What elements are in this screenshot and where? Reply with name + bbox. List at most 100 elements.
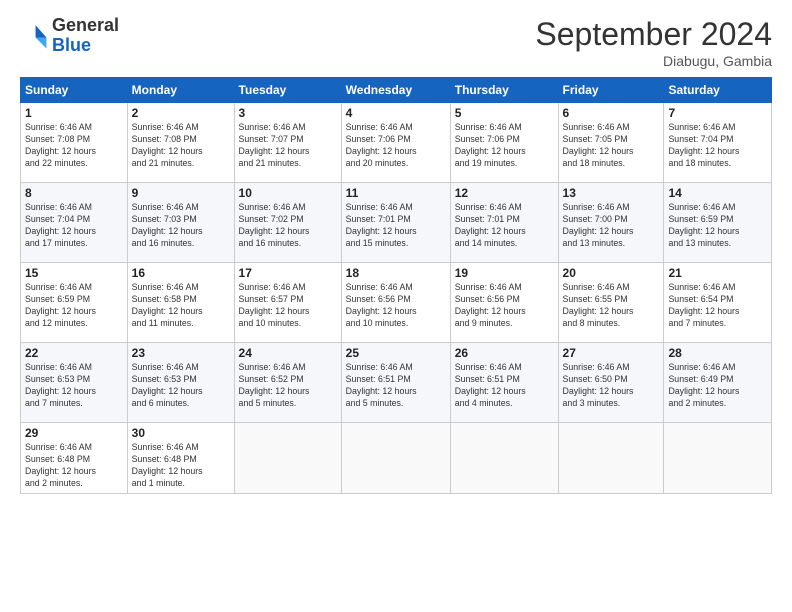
- table-cell: 16Sunrise: 6:46 AMSunset: 6:58 PMDayligh…: [127, 263, 234, 343]
- table-cell: 14 Sunrise: 6:46 AMSunset: 6:59 PMDayligh…: [664, 183, 772, 263]
- col-monday: Monday: [127, 78, 234, 103]
- table-cell: 30 Sunrise: 6:46 AMSunset: 6:48 PMDayligh…: [127, 423, 234, 494]
- day-number: 19: [455, 266, 554, 280]
- table-cell: 1 Sunrise: 6:46 AMSunset: 7:08 PMDaylight…: [21, 103, 128, 183]
- logo-general: General: [52, 15, 119, 35]
- location: Diabugu, Gambia: [535, 53, 772, 69]
- day-info: Sunrise: 6:46 AMSunset: 7:04 PMDaylight:…: [668, 122, 767, 170]
- table-cell: 26 Sunrise: 6:46 AMSunset: 6:51 PMDayligh…: [450, 343, 558, 423]
- table-cell: 13Sunrise: 6:46 AMSunset: 7:00 PMDayligh…: [558, 183, 664, 263]
- day-number: 5: [455, 106, 554, 120]
- col-tuesday: Tuesday: [234, 78, 341, 103]
- table-cell: 19 Sunrise: 6:46 AMSunset: 6:56 PMDayligh…: [450, 263, 558, 343]
- table-cell: 20Sunrise: 6:46 AMSunset: 6:55 PMDayligh…: [558, 263, 664, 343]
- table-cell: 11 Sunrise: 6:46 AMSunset: 7:01 PMDayligh…: [341, 183, 450, 263]
- table-cell: 25 Sunrise: 6:46 AMSunset: 6:51 PMDayligh…: [341, 343, 450, 423]
- table-cell: 4 Sunrise: 6:46 AMSunset: 7:06 PMDaylight…: [341, 103, 450, 183]
- day-info: Sunrise: 6:46 AMSunset: 6:56 PMDaylight:…: [455, 282, 554, 330]
- table-cell: [341, 423, 450, 494]
- day-number: 18: [346, 266, 446, 280]
- day-number: 22: [25, 346, 123, 360]
- table-cell: 2 Sunrise: 6:46 AMSunset: 7:08 PMDaylight…: [127, 103, 234, 183]
- day-number: 28: [668, 346, 767, 360]
- table-cell: [450, 423, 558, 494]
- col-wednesday: Wednesday: [341, 78, 450, 103]
- day-info: Sunrise: 6:46 AMSunset: 7:06 PMDaylight:…: [346, 122, 446, 170]
- title-block: September 2024 Diabugu, Gambia: [535, 16, 772, 69]
- day-number: 7: [668, 106, 767, 120]
- col-sunday: Sunday: [21, 78, 128, 103]
- logo-icon: [20, 22, 48, 50]
- day-number: 27: [563, 346, 660, 360]
- day-info: Sunrise: 6:46 AMSunset: 6:57 PMDaylight:…: [239, 282, 337, 330]
- day-info: Sunrise: 6:46 AMSunset: 7:01 PMDaylight:…: [346, 202, 446, 250]
- col-friday: Friday: [558, 78, 664, 103]
- col-saturday: Saturday: [664, 78, 772, 103]
- table-cell: 6 Sunrise: 6:46 AMSunset: 7:05 PMDaylight…: [558, 103, 664, 183]
- day-number: 6: [563, 106, 660, 120]
- table-cell: 23 Sunrise: 6:46 AMSunset: 6:53 PMDayligh…: [127, 343, 234, 423]
- day-info: Sunrise: 6:46 AMSunset: 6:51 PMDaylight:…: [455, 362, 554, 410]
- month-title: September 2024: [535, 16, 772, 53]
- day-info: Sunrise: 6:46 AMSunset: 7:06 PMDaylight:…: [455, 122, 554, 170]
- day-info: Sunrise: 6:46 AMSunset: 7:08 PMDaylight:…: [25, 122, 123, 170]
- logo: General Blue: [20, 16, 119, 56]
- day-number: 12: [455, 186, 554, 200]
- day-number: 3: [239, 106, 337, 120]
- day-number: 14: [668, 186, 767, 200]
- day-info: Sunrise: 6:46 AMSunset: 7:07 PMDaylight:…: [239, 122, 337, 170]
- day-info: Sunrise: 6:46 AMSunset: 6:49 PMDaylight:…: [668, 362, 767, 410]
- day-number: 11: [346, 186, 446, 200]
- day-info: Sunrise: 6:46 AMSunset: 6:51 PMDaylight:…: [346, 362, 446, 410]
- day-number: 15: [25, 266, 123, 280]
- logo-text: General Blue: [52, 16, 119, 56]
- header: General Blue September 2024 Diabugu, Gam…: [20, 16, 772, 69]
- table-cell: 5 Sunrise: 6:46 AMSunset: 7:06 PMDaylight…: [450, 103, 558, 183]
- day-number: 8: [25, 186, 123, 200]
- day-info: Sunrise: 6:46 AMSunset: 7:04 PMDaylight:…: [25, 202, 123, 250]
- day-info: Sunrise: 6:46 AMSunset: 6:55 PMDaylight:…: [563, 282, 660, 330]
- day-number: 29: [25, 426, 123, 440]
- table-cell: 28 Sunrise: 6:46 AMSunset: 6:49 PMDayligh…: [664, 343, 772, 423]
- day-info: Sunrise: 6:46 AMSunset: 7:03 PMDaylight:…: [132, 202, 230, 250]
- day-info: Sunrise: 6:46 AMSunset: 6:48 PMDaylight:…: [132, 442, 230, 490]
- calendar-table: Sunday Monday Tuesday Wednesday Thursday…: [20, 77, 772, 494]
- day-info: Sunrise: 6:46 AMSunset: 6:59 PMDaylight:…: [668, 202, 767, 250]
- day-number: 25: [346, 346, 446, 360]
- day-number: 17: [239, 266, 337, 280]
- table-cell: 15 Sunrise: 6:46 AMSunset: 6:59 PMDayligh…: [21, 263, 128, 343]
- day-info: Sunrise: 6:46 AMSunset: 7:08 PMDaylight:…: [132, 122, 230, 170]
- table-cell: 24 Sunrise: 6:46 AMSunset: 6:52 PMDayligh…: [234, 343, 341, 423]
- day-info: Sunrise: 6:46 AMSunset: 7:05 PMDaylight:…: [563, 122, 660, 170]
- table-cell: 10Sunrise: 6:46 AMSunset: 7:02 PMDayligh…: [234, 183, 341, 263]
- day-number: 10: [239, 186, 337, 200]
- day-number: 13: [563, 186, 660, 200]
- table-cell: [664, 423, 772, 494]
- table-cell: 18 Sunrise: 6:46 AMSunset: 6:56 PMDayligh…: [341, 263, 450, 343]
- day-number: 1: [25, 106, 123, 120]
- table-cell: [558, 423, 664, 494]
- calendar-header-row: Sunday Monday Tuesday Wednesday Thursday…: [21, 78, 772, 103]
- day-info: Sunrise: 6:46 AMSunset: 6:56 PMDaylight:…: [346, 282, 446, 330]
- day-info: Sunrise: 6:46 AMSunset: 6:52 PMDaylight:…: [239, 362, 337, 410]
- col-thursday: Thursday: [450, 78, 558, 103]
- day-number: 2: [132, 106, 230, 120]
- table-cell: 12Sunrise: 6:46 AMSunset: 7:01 PMDayligh…: [450, 183, 558, 263]
- day-number: 9: [132, 186, 230, 200]
- logo-blue: Blue: [52, 35, 91, 55]
- day-number: 16: [132, 266, 230, 280]
- day-number: 23: [132, 346, 230, 360]
- day-info: Sunrise: 6:46 AMSunset: 6:59 PMDaylight:…: [25, 282, 123, 330]
- table-cell: 17 Sunrise: 6:46 AMSunset: 6:57 PMDayligh…: [234, 263, 341, 343]
- day-info: Sunrise: 6:46 AMSunset: 6:53 PMDaylight:…: [132, 362, 230, 410]
- table-cell: 27Sunrise: 6:46 AMSunset: 6:50 PMDayligh…: [558, 343, 664, 423]
- day-number: 21: [668, 266, 767, 280]
- day-number: 4: [346, 106, 446, 120]
- table-cell: 22Sunrise: 6:46 AMSunset: 6:53 PMDayligh…: [21, 343, 128, 423]
- table-cell: 29Sunrise: 6:46 AMSunset: 6:48 PMDayligh…: [21, 423, 128, 494]
- day-number: 26: [455, 346, 554, 360]
- table-cell: 8 Sunrise: 6:46 AMSunset: 7:04 PMDaylight…: [21, 183, 128, 263]
- day-number: 30: [132, 426, 230, 440]
- day-number: 24: [239, 346, 337, 360]
- table-cell: 21Sunrise: 6:46 AMSunset: 6:54 PMDayligh…: [664, 263, 772, 343]
